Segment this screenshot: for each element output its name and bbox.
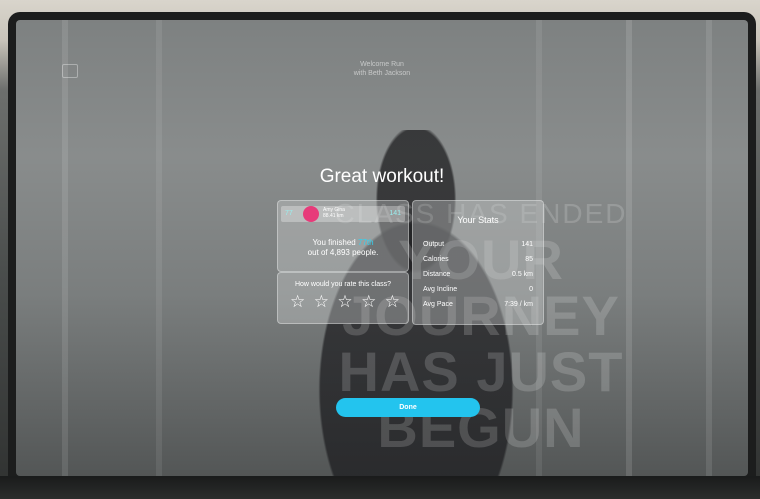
stat-row-distance: Distance 0.5 km	[423, 271, 533, 278]
stat-row-pace: Avg Pace 7:39 / km	[423, 301, 533, 308]
finish-prefix: You finished	[312, 238, 358, 247]
class-header: Welcome Run with Beth Jackson	[16, 60, 748, 78]
rider-subtitle: 88.41 km	[323, 213, 344, 219]
stat-row-calories: Calories 85	[423, 256, 533, 263]
stat-value: 0	[529, 286, 533, 293]
finish-rank: 77th	[357, 238, 374, 247]
stat-label: Avg Pace	[423, 301, 453, 308]
stat-value: 0.5 km	[511, 271, 533, 278]
treadmill-screen: CLASS HAS ENDED YOUR JOURNEY HAS JUST BE…	[16, 20, 748, 476]
rank-number: 77	[285, 210, 293, 217]
stat-value: 141	[521, 241, 533, 248]
star-icon[interactable]: ☆	[361, 293, 376, 311]
star-icon[interactable]: ☆	[314, 293, 329, 311]
done-button[interactable]: Done	[336, 398, 480, 417]
star-icon[interactable]: ☆	[385, 293, 400, 311]
device-bottom-edge	[0, 476, 760, 499]
star-icon[interactable]: ☆	[290, 293, 305, 311]
rider-info: Amy Gina 88.41 km	[323, 207, 345, 219]
finish-summary: You finished 77th out of 4,893 people.	[278, 238, 408, 258]
stats-title: Your Stats	[457, 215, 499, 225]
rating-question: How would you rate this class?	[294, 281, 392, 288]
star-icon[interactable]: ☆	[337, 293, 352, 311]
finish-suffix: out of 4,893 people.	[307, 248, 379, 257]
avatar	[303, 206, 319, 222]
leaderboard-row[interactable]: 77 Amy Gina 88.41 km 141	[281, 206, 405, 222]
stat-row-output: Output 141	[423, 241, 533, 248]
rider-output: 141	[389, 210, 401, 217]
stat-label: Avg Incline	[423, 286, 458, 293]
class-instructor: with Beth Jackson	[353, 70, 411, 77]
stat-label: Distance	[423, 271, 451, 278]
stats-card: Your Stats Output 141 Calories 85 Distan…	[412, 200, 544, 325]
stat-row-incline: Avg Incline 0	[423, 286, 533, 293]
stat-label: Output	[423, 241, 445, 248]
class-title: Welcome Run	[360, 61, 404, 68]
leaderboard-card: 77 Amy Gina 88.41 km 141 You finished 77…	[277, 200, 409, 272]
stat-value: 7:39 / km	[504, 301, 533, 308]
stat-label: Calories	[423, 256, 449, 263]
page-title: Great workout!	[319, 166, 445, 187]
star-rating: ☆ ☆ ☆ ☆ ☆	[290, 293, 400, 311]
rating-card: How would you rate this class? ☆ ☆ ☆ ☆ ☆	[277, 272, 409, 324]
stat-value: 85	[525, 256, 533, 263]
